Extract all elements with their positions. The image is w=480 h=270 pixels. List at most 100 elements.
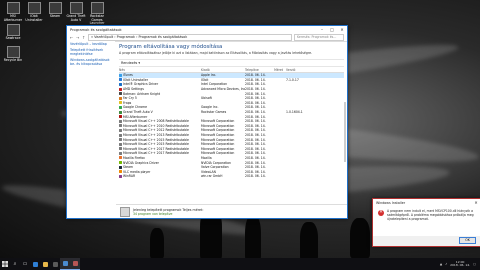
program-publisher: Microsoft Corporation xyxy=(201,128,235,133)
dialog-titlebar[interactable]: Windows Installer ✕ xyxy=(373,199,480,206)
clock[interactable]: 12:00 2018. 06. 14. xyxy=(450,260,471,268)
program-name-cell: WinRAR xyxy=(119,174,201,178)
program-name-cell: Microsoft Visual C++ 2012 Redistributabl… xyxy=(119,128,201,132)
program-name: WinRAR xyxy=(123,174,136,179)
programs-and-features-window: Programok és szolgáltatások – □ ✕ ← → ↑ … xyxy=(66,25,348,219)
program-name: Grand Theft Auto V xyxy=(123,110,153,115)
status-bar: Jelenleg telepített programok Teljes mér… xyxy=(116,204,347,218)
program-name: Steam xyxy=(123,165,133,170)
network-icon[interactable]: ▲ xyxy=(440,262,442,266)
table-row[interactable]: Grand Theft Auto V Rockstar Games 2018. 06… xyxy=(119,110,344,115)
desktop-icon[interactable]: Sawtrace xyxy=(2,24,24,41)
system-tray: ▲ ♪ 12:00 2018. 06. 14. ▢ xyxy=(440,260,480,268)
organize-button[interactable]: Rendezés ▾ xyxy=(121,61,140,65)
column-header-publisher[interactable]: Kiadó xyxy=(201,68,245,72)
program-name-cell: VLC media player xyxy=(119,170,201,174)
program-name: Microsoft Visual C++ 2012 Redistributabl… xyxy=(123,128,189,133)
table-row[interactable]: WinRAR win.rar GmbH 2018. 06. 14. xyxy=(119,174,344,179)
taskbar-explorer[interactable] xyxy=(40,258,50,270)
search-icon: ⌕ xyxy=(13,261,17,267)
program-publisher: Mozilla xyxy=(201,155,212,160)
program-installed-date: 2018. 06. 14. xyxy=(245,119,266,124)
program-name-cell: NVIDIA Graphics Driver xyxy=(119,161,201,165)
notifications-icon[interactable]: ▢ xyxy=(473,262,476,266)
search-input[interactable]: Keresés: Programok és... xyxy=(294,33,344,41)
ok-button[interactable]: OK xyxy=(459,236,476,244)
programs-table: Név Kiadó Telepítve Méret Verzió iTunes A… xyxy=(119,67,344,179)
program-installed-date: 2018. 06. 14. xyxy=(245,174,266,179)
program-installed-date: 2018. 06. 14. xyxy=(245,82,266,87)
taskbar-control-panel[interactable] xyxy=(60,258,70,270)
program-name: Google Chrome xyxy=(123,105,148,110)
back-arrow-icon[interactable]: ← xyxy=(70,35,74,40)
program-name-cell: Microsoft Visual C++ 2010 Redistributabl… xyxy=(119,124,201,128)
task-view-button[interactable]: ▭ xyxy=(20,258,30,270)
window-title: Programok és szolgáltatások xyxy=(70,27,122,32)
desktop-icon-label: Sawtrace xyxy=(5,36,21,40)
page-description: A program eltávolításához jelölje ki azt… xyxy=(119,51,313,55)
minimize-button[interactable]: – xyxy=(317,26,327,33)
column-header-version[interactable]: Verzió xyxy=(286,68,324,72)
program-installed-date: 2018. 06. 14. xyxy=(245,123,266,128)
column-header-installed[interactable]: Telepítve xyxy=(245,68,265,72)
program-installed-date: 2018. 06. 14. xyxy=(245,128,266,133)
window-titlebar[interactable]: Programok és szolgáltatások – □ ✕ xyxy=(67,26,347,33)
close-button[interactable]: ✕ xyxy=(337,26,347,33)
table-row[interactable]: IObit Uninstaller IObit 2018. 06. 14. 7.1.0… xyxy=(119,78,344,83)
program-icon xyxy=(119,115,122,119)
taskbar-edge[interactable] xyxy=(30,258,40,270)
column-header-size[interactable]: Méret xyxy=(265,68,286,72)
program-publisher: Microsoft Corporation xyxy=(201,123,235,128)
program-installed-date: 2018. 06. 14. xyxy=(245,110,266,115)
program-name: NVIDIA Graphics Driver xyxy=(123,160,159,165)
desktop-icon[interactable]: IObit Uninstaller xyxy=(23,2,45,22)
control-panel-icon xyxy=(62,261,68,266)
column-header-name[interactable]: Név xyxy=(119,68,201,72)
program-icon xyxy=(119,87,122,91)
program-name-cell: Grand Theft Auto V xyxy=(119,110,201,114)
start-button[interactable] xyxy=(0,258,10,270)
desktop-icon-label: Steam xyxy=(49,14,61,18)
breadcrumb[interactable]: « Vezérlőpult › Programok › Programok és… xyxy=(88,33,292,41)
table-body: iTunes Apple Inc. 2018. 06. 14. IObit Unins… xyxy=(119,73,344,179)
windows-features-link[interactable]: Windows-szolgáltatások be- és kikapcsolá… xyxy=(70,58,112,67)
control-panel-home-link[interactable]: Vezérlőpult – kezdőlap xyxy=(70,42,112,47)
maximize-button[interactable]: □ xyxy=(327,26,337,33)
program-version: 1.0.1604.1 xyxy=(286,110,303,115)
desktop-icon[interactable]: Rockstar Games Launcher xyxy=(86,2,108,26)
forward-arrow-icon[interactable]: → xyxy=(76,35,80,40)
clock-date: 2018. 06. 14. xyxy=(450,263,471,267)
program-icon xyxy=(119,165,122,169)
program-icon xyxy=(119,147,122,151)
app-icon xyxy=(27,2,41,14)
program-publisher: VideoLAN xyxy=(201,169,216,174)
dialog-close-button[interactable]: ✕ xyxy=(471,199,480,206)
scrollbar[interactable] xyxy=(343,102,346,162)
app-icon xyxy=(6,2,20,14)
app-icon xyxy=(48,2,62,14)
search-button[interactable]: ⌕ xyxy=(10,258,20,270)
program-publisher: Microsoft Corporation xyxy=(201,119,235,124)
program-publisher: Google Inc. xyxy=(201,105,219,110)
taskbar-installer[interactable] xyxy=(70,258,80,270)
program-name: Microsoft Visual C++ 2017 Redistributabl… xyxy=(123,146,189,151)
program-name-cell: Microsoft Visual C++ 2017 Redistributabl… xyxy=(119,151,201,155)
desktop-icon[interactable]: MSI Afterburner xyxy=(2,2,24,22)
volume-icon[interactable]: ♪ xyxy=(445,262,447,266)
desktop-icon[interactable]: Recycle Bin xyxy=(2,46,24,63)
program-name: VLC media player xyxy=(123,169,151,174)
desktop-icon[interactable]: Grand Theft Auto V xyxy=(65,2,87,22)
program-publisher: Intel Corporation xyxy=(201,82,228,87)
program-publisher: Advanced Micro Devices, Inc. xyxy=(201,87,245,92)
task-view-icon: ▭ xyxy=(22,261,28,267)
program-name: MSI Afterburner xyxy=(123,114,148,119)
program-name-cell: IObit Uninstaller xyxy=(119,78,201,82)
program-installed-date: 2018. 06. 14. xyxy=(245,133,266,138)
edge-icon xyxy=(32,261,38,267)
taskbar-store[interactable] xyxy=(50,258,60,270)
folder-icon xyxy=(42,261,48,267)
program-name-cell: Microsoft Visual C++ 2008 Redistributabl… xyxy=(119,119,201,123)
installed-updates-link[interactable]: Telepített frissítések megtekintése xyxy=(70,48,112,57)
up-arrow-icon[interactable]: ↑ xyxy=(82,35,86,40)
desktop-icon[interactable]: Steam xyxy=(44,2,66,19)
